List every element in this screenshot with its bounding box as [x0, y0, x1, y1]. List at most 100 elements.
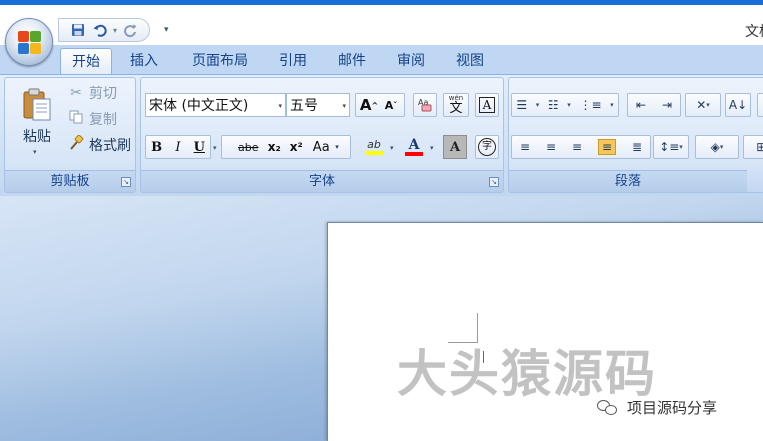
- change-case-dropdown-icon[interactable]: ▾: [335, 143, 339, 151]
- chinese-layout-icon: ✕: [696, 98, 707, 112]
- tab-insert[interactable]: 插入: [120, 48, 168, 74]
- copy-button[interactable]: 复制: [67, 108, 117, 130]
- tab-mailings[interactable]: 邮件: [328, 48, 376, 74]
- text-direction-button[interactable]: ✕ ▾: [685, 93, 721, 117]
- paragraph-group-label: 段落: [509, 170, 747, 192]
- save-icon[interactable]: [67, 20, 89, 40]
- subscript-button[interactable]: x₂: [263, 136, 285, 158]
- grow-font-button[interactable]: A ^: [358, 94, 380, 116]
- align-center-icon[interactable]: ≡: [546, 140, 556, 154]
- shrink-font-button[interactable]: Aˇ: [380, 94, 402, 116]
- sort-icon: A↓: [728, 98, 748, 112]
- increase-indent-icon[interactable]: ⇥: [662, 98, 672, 112]
- line-spacing-button[interactable]: ↕≡ ▾: [653, 135, 689, 159]
- script-format-group: abe x₂ x² Aa ▾: [221, 135, 351, 159]
- clipboard-group-label: 剪贴板: [5, 170, 135, 192]
- font-group-label: 字体: [141, 170, 503, 192]
- font-color-dropdown-icon[interactable]: ▾: [430, 144, 434, 152]
- align-right-icon[interactable]: ≡: [572, 140, 582, 154]
- office-logo-icon: [18, 31, 42, 55]
- shading-dropdown-icon[interactable]: ▾: [720, 143, 724, 151]
- font-dialog-launcher-icon[interactable]: ↘: [489, 177, 499, 187]
- highlight-color-swatch: [365, 151, 383, 155]
- customize-toolbar-icon[interactable]: ▾: [164, 25, 169, 35]
- multilevel-list-icon[interactable]: ⋮≡: [579, 98, 601, 112]
- title-bar: ▾ ▾ 文档: [0, 5, 763, 45]
- character-border-button[interactable]: A: [475, 93, 499, 117]
- format-painter-button[interactable]: 格式刷: [67, 134, 131, 156]
- bullets-icon[interactable]: ☰: [516, 98, 527, 112]
- format-painter-label: 格式刷: [89, 138, 131, 154]
- underline-button[interactable]: U: [189, 136, 210, 158]
- line-spacing-icon: ↕≡: [659, 140, 680, 154]
- font-name-value: 宋体 (中文正文): [149, 98, 249, 114]
- numbering-dropdown-icon[interactable]: ▾: [567, 101, 571, 109]
- font-size-combobox[interactable]: 五号 ▾: [286, 93, 350, 117]
- line-spacing-dropdown-icon[interactable]: ▾: [679, 143, 683, 151]
- bullets-dropdown-icon[interactable]: ▾: [536, 101, 540, 109]
- basic-format-group: B I U: [145, 135, 211, 159]
- undo-icon[interactable]: [89, 20, 111, 40]
- clear-formatting-button[interactable]: Aa: [413, 93, 437, 117]
- alignment-buttons: ≡ ≡ ≡ ≡ ≣: [511, 135, 651, 159]
- cut-button[interactable]: ✂ 剪切: [67, 82, 117, 104]
- font-name-combobox[interactable]: 宋体 (中文正文) ▾: [145, 93, 286, 117]
- phonetic-guide-button[interactable]: wén 文: [443, 93, 469, 117]
- strikethrough-button[interactable]: abe: [233, 136, 263, 158]
- copy-icon: [67, 110, 85, 128]
- tab-references[interactable]: 引用: [270, 48, 316, 74]
- paragraph-group: ☰ ▾ ☷ ▾ ⋮≡ ▾ ⇤ ⇥ ✕ ▾ A↓ ¶ ≡ ≡ ≡ ≡ ≣ ↕: [508, 77, 763, 193]
- paint-bucket-icon: ◈: [710, 140, 720, 154]
- font-color-button[interactable]: A: [399, 135, 429, 159]
- show-marks-button[interactable]: ¶: [757, 93, 763, 117]
- highlight-button[interactable]: ab: [359, 135, 389, 159]
- indent-buttons: ⇤ ⇥: [627, 93, 681, 117]
- clipboard-group: 粘贴 ▾ ✂ 剪切 复制 格式刷 剪贴板 ↘: [4, 77, 136, 193]
- tab-page-layout[interactable]: 页面布局: [180, 48, 260, 74]
- document-workspace: 大头猿源码 项目源码分享: [0, 196, 763, 441]
- highlight-dropdown-icon[interactable]: ▾: [390, 144, 394, 152]
- distributed-icon[interactable]: ≣: [632, 140, 642, 154]
- scissors-icon: ✂: [70, 85, 82, 101]
- borders-icon: ⊞: [756, 140, 763, 154]
- font-size-value: 五号: [290, 98, 318, 114]
- ribbon: 粘贴 ▾ ✂ 剪切 复制 格式刷 剪贴板 ↘ 宋体 (中文正文) ▾ 五号 ▾ …: [0, 74, 763, 196]
- justify-icon[interactable]: ≡: [597, 139, 617, 155]
- paste-button[interactable]: 粘贴: [13, 126, 61, 146]
- watermark-text: 大头猿源码: [397, 345, 657, 403]
- numbering-icon[interactable]: ☷: [548, 98, 559, 112]
- bold-button[interactable]: B: [146, 136, 167, 158]
- tab-home[interactable]: 开始: [60, 48, 112, 74]
- paintbrush-icon: [67, 134, 85, 155]
- italic-button[interactable]: I: [167, 136, 188, 158]
- font-size-dropdown-icon[interactable]: ▾: [342, 102, 346, 110]
- align-left-icon[interactable]: ≡: [520, 140, 530, 154]
- enclose-characters-button[interactable]: 字: [475, 135, 499, 159]
- decrease-indent-icon[interactable]: ⇤: [636, 98, 646, 112]
- multilevel-list-dropdown-icon[interactable]: ▾: [610, 101, 614, 109]
- font-group: 宋体 (中文正文) ▾ 五号 ▾ A ^ Aˇ Aa wén 文 A B I U…: [140, 77, 504, 193]
- wechat-account-label: 项目源码分享: [597, 397, 717, 418]
- wechat-icon: [597, 399, 619, 416]
- character-shading-button[interactable]: A: [443, 135, 467, 159]
- font-name-dropdown-icon[interactable]: ▾: [278, 102, 282, 110]
- undo-dropdown-icon[interactable]: ▾: [111, 26, 119, 35]
- redo-icon[interactable]: [119, 20, 141, 40]
- grow-shrink-font-group: A ^ Aˇ: [355, 93, 405, 117]
- paste-dropdown-icon[interactable]: ▾: [33, 148, 37, 156]
- clipboard-dialog-launcher-icon[interactable]: ↘: [121, 177, 131, 187]
- shading-button[interactable]: ◈ ▾: [695, 135, 739, 159]
- sort-button[interactable]: A↓: [725, 93, 751, 117]
- change-case-button[interactable]: Aa: [307, 136, 335, 158]
- tab-review[interactable]: 审阅: [387, 48, 435, 74]
- wechat-account-name: 项目源码分享: [627, 399, 718, 417]
- cut-label: 剪切: [89, 86, 117, 102]
- underline-dropdown-icon[interactable]: ▾: [213, 144, 217, 152]
- font-color-swatch: [405, 152, 423, 156]
- superscript-button[interactable]: x²: [285, 136, 307, 158]
- borders-button[interactable]: ⊞ ▾: [743, 135, 763, 159]
- paste-icon[interactable]: [21, 88, 53, 122]
- tab-view[interactable]: 视图: [446, 48, 494, 74]
- office-button[interactable]: [5, 18, 53, 66]
- chinese-layout-dropdown-icon[interactable]: ▾: [706, 101, 710, 109]
